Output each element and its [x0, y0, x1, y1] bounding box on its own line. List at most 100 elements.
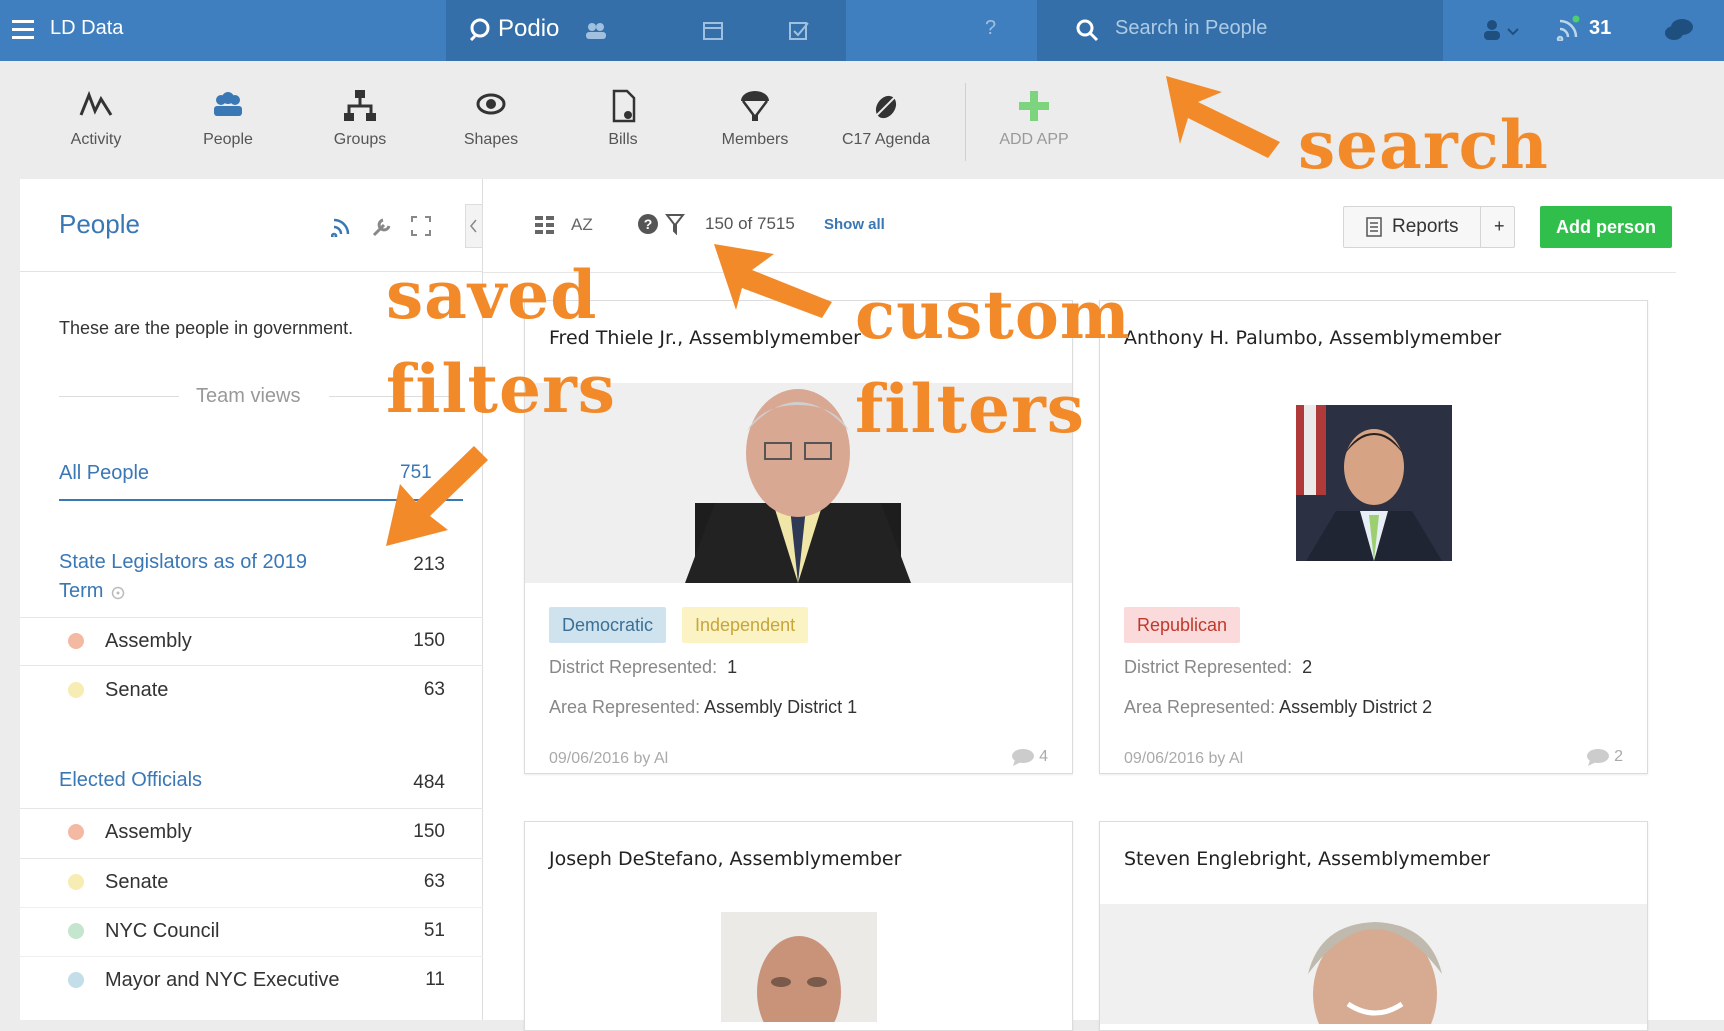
reports-button[interactable]: Reports: [1344, 207, 1480, 247]
card-view-icon[interactable]: [535, 216, 555, 234]
annotation-saved: saved: [386, 256, 598, 334]
reports-add-button[interactable]: +: [1494, 216, 1505, 237]
expand-icon[interactable]: [410, 215, 432, 237]
app-label: Groups: [333, 131, 387, 148]
add-app-button[interactable]: ADD APP: [974, 89, 1094, 149]
report-icon: [1366, 217, 1382, 237]
plus-icon: [1019, 91, 1049, 121]
add-person-button[interactable]: Add person: [1540, 206, 1672, 248]
app-c17-agenda[interactable]: C17 Agenda: [826, 89, 946, 149]
filter-item-mayor[interactable]: Mayor and NYC Executive 11: [20, 957, 483, 1006]
person-card[interactable]: Joseph DeStefano, Assemblymember: [524, 821, 1073, 1031]
field-value: 1: [727, 657, 738, 677]
reports-button-group: Reports +: [1343, 206, 1515, 248]
field-label: District Represented:: [549, 657, 718, 677]
activity-icon: [79, 90, 113, 116]
filter-icon[interactable]: [665, 213, 685, 235]
tasks-icon[interactable]: [788, 19, 810, 41]
app-label: C17 Agenda: [841, 131, 931, 148]
sort-button[interactable]: AZ: [571, 215, 593, 235]
filter-label[interactable]: Senate: [105, 871, 168, 894]
view-count: 484: [413, 772, 445, 793]
annotation-custom-filters: filters: [855, 370, 1085, 448]
notifications-icon[interactable]: [1556, 15, 1582, 41]
help-button[interactable]: ?: [985, 17, 996, 40]
view-label-line2[interactable]: Term: [59, 580, 103, 603]
reports-label: Reports: [1392, 216, 1459, 237]
app-people[interactable]: People: [168, 89, 288, 149]
field-value: Assembly District 2: [1279, 697, 1433, 717]
app-groups[interactable]: Groups: [300, 89, 420, 149]
app-label: People: [203, 131, 253, 148]
search-icon[interactable]: [1075, 18, 1099, 42]
comment-number: 4: [1039, 748, 1048, 766]
filter-count: 63: [423, 679, 445, 700]
party-tag[interactable]: Independent: [682, 607, 809, 643]
app-bar-divider: [965, 83, 966, 161]
calendar-icon[interactable]: [702, 19, 724, 41]
workspace-switcher[interactable]: LD Data: [0, 0, 446, 61]
area-field: Area Represented: Assembly District 1: [549, 697, 857, 718]
comment-count[interactable]: 2: [1586, 748, 1623, 766]
color-dot-icon: [68, 824, 84, 840]
field-label: District Represented:: [1124, 657, 1293, 677]
filter-item-assembly[interactable]: Assembly 150: [20, 617, 483, 666]
field-label: Area Represented:: [549, 697, 701, 717]
app-shapes[interactable]: Shapes: [431, 89, 551, 149]
comment-count[interactable]: 4: [1011, 748, 1048, 766]
person-card[interactable]: Anthony H. Palumbo, Assemblymember Repub…: [1099, 300, 1648, 774]
view-state-legislators[interactable]: State Legislators as of 2019 Term 213: [20, 551, 483, 613]
person-name[interactable]: Anthony H. Palumbo, Assemblymember: [1124, 327, 1501, 349]
view-elected-officials[interactable]: Elected Officials 484: [20, 769, 483, 809]
person-card[interactable]: Steven Englebright, Assemblymember: [1099, 821, 1648, 1031]
filter-item-senate[interactable]: Senate 63: [20, 666, 483, 715]
rss-icon[interactable]: [331, 215, 353, 237]
filter-count: 63: [423, 871, 445, 892]
comment-icon: [1011, 749, 1034, 766]
field-label: Area Represented:: [1124, 697, 1276, 717]
view-all-people[interactable]: All People 751: [20, 462, 483, 502]
collapse-sidebar-button[interactable]: [465, 204, 483, 248]
active-view-underline: [59, 499, 463, 501]
filter-label[interactable]: Senate: [105, 679, 168, 702]
notifications-count[interactable]: 31: [1589, 17, 1611, 40]
help-circle-icon[interactable]: ?: [637, 213, 659, 235]
annotation-custom: custom: [855, 276, 1131, 354]
app-bills[interactable]: Bills: [563, 89, 683, 149]
filter-label[interactable]: Assembly: [105, 630, 192, 653]
party-tag[interactable]: Republican: [1124, 607, 1241, 643]
person-name[interactable]: Joseph DeStefano, Assemblymember: [549, 848, 901, 870]
contacts-icon[interactable]: [584, 21, 608, 41]
color-dot-icon: [68, 972, 84, 988]
sidebar-description: These are the people in government.: [59, 318, 354, 338]
wrench-icon[interactable]: [371, 215, 393, 237]
annotation-saved-filters: filters: [386, 350, 616, 428]
filter-label[interactable]: NYC Council: [105, 920, 219, 943]
view-label[interactable]: All People: [59, 462, 149, 485]
filter-item-senate[interactable]: Senate 63: [20, 859, 483, 908]
workspace-name[interactable]: LD Data: [50, 17, 123, 40]
view-label[interactable]: State Legislators as of 2019: [59, 551, 307, 574]
chat-icon[interactable]: [1664, 17, 1694, 43]
user-menu-icon[interactable]: [1482, 18, 1520, 42]
party-tag[interactable]: Democratic: [549, 607, 667, 643]
filter-label[interactable]: Mayor and NYC Executive: [105, 969, 340, 992]
podio-brand[interactable]: Podio: [498, 15, 559, 43]
view-count: 751: [400, 462, 432, 483]
filter-label[interactable]: Assembly: [105, 821, 192, 844]
app-members[interactable]: Members: [695, 89, 815, 149]
view-count: 213: [413, 554, 445, 575]
filter-count: 150: [413, 821, 445, 842]
search-box[interactable]: Search in People: [1037, 0, 1443, 61]
search-input[interactable]: Search in People: [1115, 17, 1267, 40]
person-name[interactable]: Steven Englebright, Assemblymember: [1124, 848, 1490, 870]
view-label[interactable]: Elected Officials: [59, 769, 202, 792]
filter-item-nyc-council[interactable]: NYC Council 51: [20, 908, 483, 957]
app-activity[interactable]: Activity: [36, 89, 156, 149]
color-dot-icon: [68, 874, 84, 890]
podio-logo-icon[interactable]: [469, 17, 493, 41]
district-field: District Represented: 2: [1124, 657, 1312, 678]
filter-item-assembly[interactable]: Assembly 150: [20, 810, 483, 859]
hamburger-menu-icon[interactable]: [12, 19, 34, 39]
show-all-link[interactable]: Show all: [824, 216, 885, 233]
